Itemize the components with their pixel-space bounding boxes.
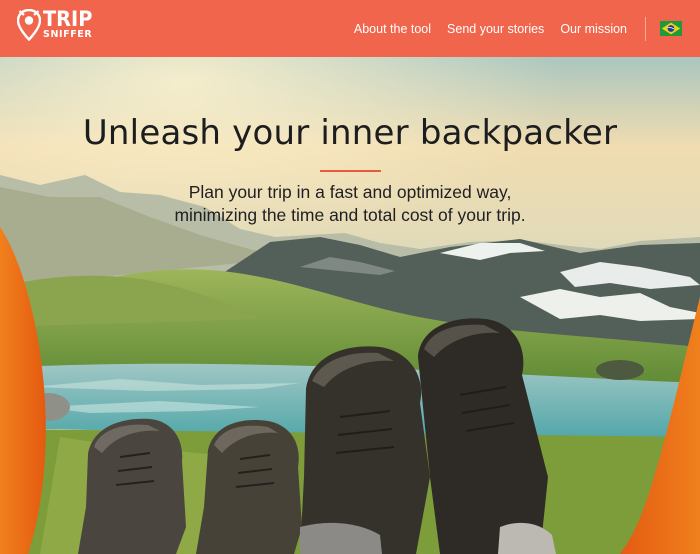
nav-link-about-the-tool[interactable]: About the tool [354,22,431,36]
hero-subtitle-line-2: minimizing the time and total cost of yo… [174,205,526,225]
brazil-flag-icon[interactable] [660,21,682,36]
nav-link-send-your-stories[interactable]: Send your stories [447,22,544,36]
hero-divider-line [320,170,381,172]
hero-subtitle-line-1: Plan your trip in a fast and optimized w… [188,182,512,202]
hero-section: Unleash your inner backpacker Plan your … [0,57,700,554]
nav-divider [645,16,646,41]
hero-title: Unleash your inner backpacker [82,113,618,153]
nav-link-our-mission[interactable]: Our mission [560,22,627,36]
top-navigation-bar: TRIP SNIFFER About the tool Send your st… [0,0,700,57]
logo-text-sniffer: SNIFFER [43,29,93,40]
logo-text-trip: TRIP [43,7,93,31]
hero-subtitle: Plan your trip in a fast and optimized w… [100,181,600,227]
location-pin-icon [17,9,41,41]
tripsniffer-logo[interactable]: TRIP SNIFFER [17,8,127,48]
main-nav: About the tool Send your stories Our mis… [354,0,682,57]
